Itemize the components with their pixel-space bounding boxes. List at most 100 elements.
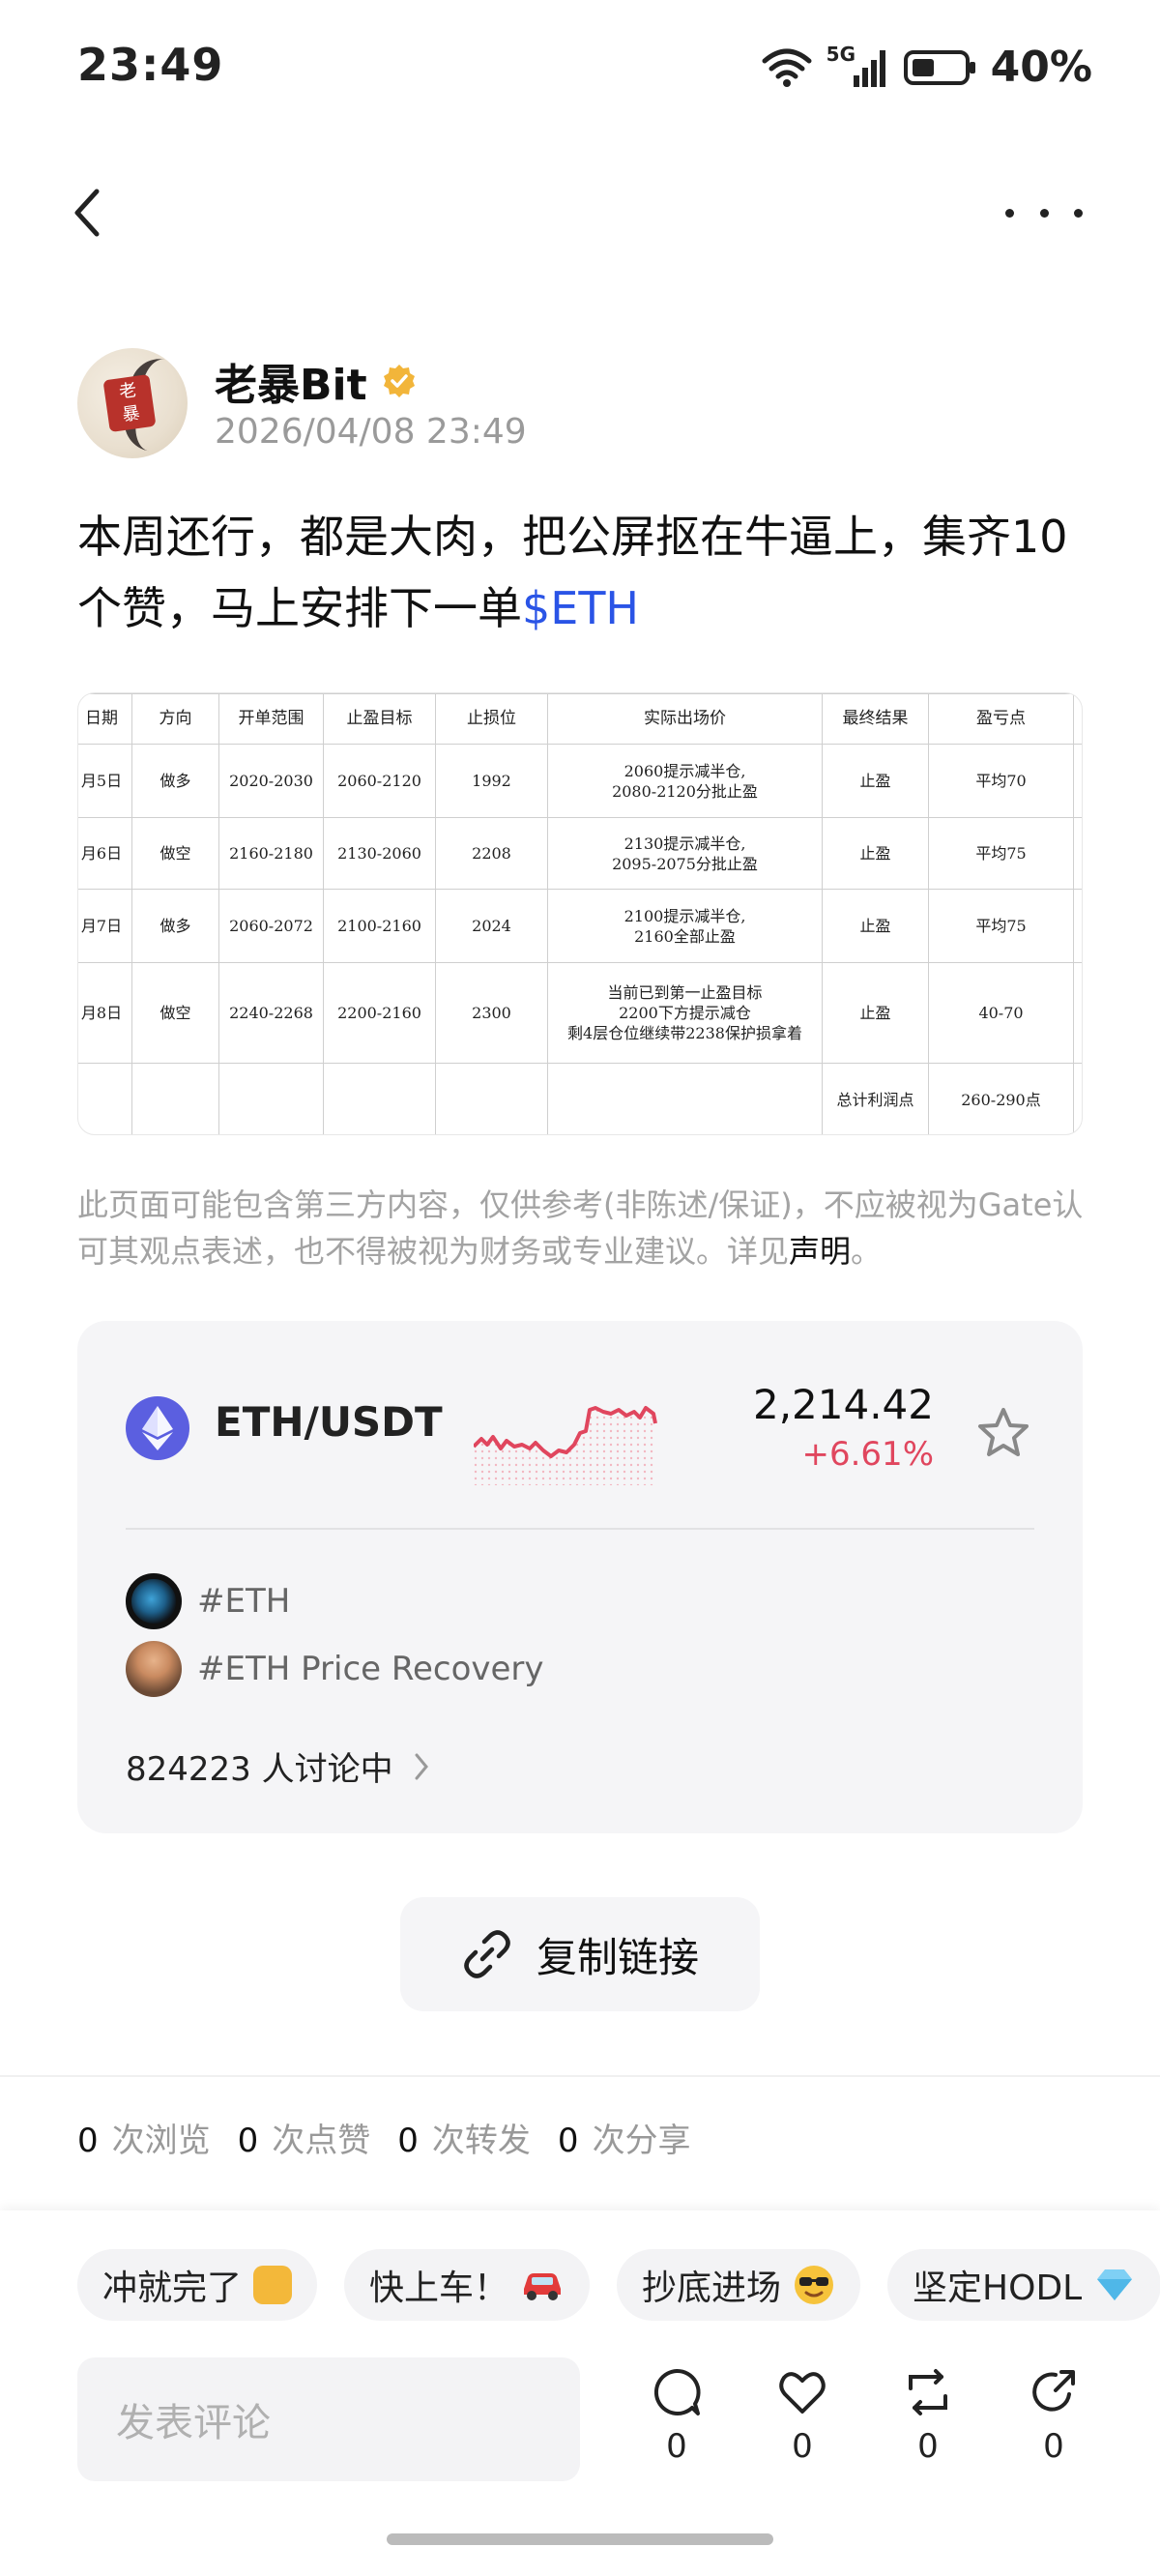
more-dot-icon: [1039, 208, 1049, 218]
home-indicator: [387, 2533, 773, 2545]
diamond-emoji-icon: [1097, 2269, 1133, 2300]
table-header: 最终结果: [822, 693, 929, 745]
back-button[interactable]: [70, 174, 128, 251]
stat-likes: 0 次点赞: [238, 2114, 371, 2161]
table-cell: 平均75: [928, 889, 1074, 963]
comment-count: 0: [666, 2427, 687, 2466]
table-cell: 平均75: [928, 817, 1074, 890]
table-header: 日期: [78, 693, 132, 745]
table-cell-empty: [1073, 744, 1082, 818]
table-cell: 2020-2030: [218, 744, 324, 818]
avatar[interactable]: 老暴: [77, 348, 188, 458]
earth-icon: [126, 1573, 182, 1629]
table-cell: 2100提示减半仓, 2160全部止盈: [547, 889, 823, 963]
table-header-row: 日期 方向 开单范围 止盈目标 止损位 实际出场价 最终结果 盈亏点: [78, 693, 1082, 745]
table-cell: 2300: [435, 962, 548, 1064]
table-cell: 2240-2268: [218, 962, 324, 1064]
table-cell: 月6日: [78, 817, 132, 890]
table-row: 月5日 做多 2020-2030 2060-2120 1992 2060提示减半…: [78, 744, 1082, 818]
quick-reply-chip[interactable]: 坚定HODL: [887, 2249, 1160, 2321]
repost-icon: [909, 2369, 947, 2415]
quick-replies: 冲就完了 快上车！ 抄底进场 坚定HODL: [77, 2249, 1160, 2321]
like-action[interactable]: 0: [764, 2365, 841, 2466]
car-emoji-icon: [524, 2273, 562, 2300]
topic-tag-eth[interactable]: #ETH: [126, 1572, 290, 1630]
quick-reply-chip[interactable]: 快上车！: [344, 2249, 591, 2321]
table-header: 方向: [131, 693, 219, 745]
table-cell: 月5日: [78, 744, 132, 818]
share-action[interactable]: 0: [1015, 2365, 1092, 2466]
copy-link-button[interactable]: 复制链接: [400, 1897, 760, 2011]
author-name-row[interactable]: 老暴Bit: [215, 350, 418, 412]
stat-label: 次转发: [431, 2122, 531, 2160]
avatar-seal: 老暴: [102, 373, 157, 433]
table-cell: 2024: [435, 889, 548, 963]
quick-reply-chip[interactable]: 抄底进场: [617, 2249, 861, 2321]
comment-icon: [653, 2368, 701, 2415]
status-bar: 23:49 5G 40%: [0, 0, 1160, 145]
table-cell: 2060-2072: [218, 889, 324, 963]
stat-count: 0: [397, 2122, 419, 2160]
eth-logo-icon: [126, 1396, 189, 1460]
table-cell: 40-70: [928, 962, 1074, 1064]
table-cell: 总计利润点: [822, 1063, 929, 1134]
post-image-table[interactable]: 日期 方向 开单范围 止盈目标 止损位 实际出场价 最终结果 盈亏点 月5日 做…: [77, 692, 1083, 1135]
signal-icon: 5G: [826, 43, 890, 89]
stat-label: 次分享: [592, 2122, 691, 2160]
ticker-link[interactable]: $ETH: [522, 582, 639, 634]
table-cell: 止盈: [822, 962, 929, 1064]
repost-action[interactable]: 0: [889, 2365, 967, 2466]
comment-input[interactable]: 发表评论: [77, 2357, 580, 2481]
chip-label: 抄底进场: [642, 2269, 782, 2308]
table-cell: 做空: [131, 817, 219, 890]
author-name[interactable]: 老暴Bit: [215, 350, 367, 412]
disclaimer: 此页面可能包含第三方内容，仅供参考(非陈述/保证)，不应被视为Gate认可其观点…: [77, 1182, 1092, 1274]
like-icon: [779, 2372, 826, 2414]
card-divider: [126, 1528, 1034, 1530]
table-cell: 做多: [131, 744, 219, 818]
table-cell: 2130-2060: [323, 817, 436, 890]
market-card[interactable]: ETH/USDT 2,214.42 +6.61% #ETH #ETH Price…: [77, 1321, 1083, 1833]
table-cell: 月8日: [78, 962, 132, 1064]
table-cell: 2130提示减半仓, 2095-2075分批止盈: [547, 817, 823, 890]
wifi-icon: [762, 48, 812, 87]
chip-label: 冲就完了: [102, 2269, 243, 2308]
battery-icon: [903, 49, 975, 85]
share-icon: [1032, 2370, 1075, 2412]
table-cell-empty: [1073, 817, 1082, 890]
table-cell: 止盈: [822, 744, 929, 818]
quick-reply-chip[interactable]: 冲就完了: [77, 2249, 318, 2321]
stat-label: 次浏览: [111, 2122, 211, 2160]
table-row: 总计利润点 260-290点: [78, 1063, 1082, 1134]
table-header-empty: [1073, 693, 1082, 745]
stat-label: 次点赞: [272, 2122, 371, 2160]
table-header: 盈亏点: [928, 693, 1074, 745]
table-cell: 2060提示减半仓, 2080-2120分批止盈: [547, 744, 823, 818]
market-change: +6.61%: [801, 1435, 935, 1474]
battery-percent: 40%: [990, 43, 1092, 92]
table-cell-empty: [1073, 889, 1082, 963]
post-stats: 0 次浏览 0 次点赞 0 次转发 0 次分享: [77, 2114, 691, 2161]
table-row: 月7日 做多 2060-2072 2100-2160 2024 2100提示减半…: [78, 889, 1082, 963]
link-icon: [464, 1930, 510, 1978]
stat-count: 0: [237, 2122, 259, 2160]
table-cell: 做空: [131, 962, 219, 1064]
person-avatar-icon: [126, 1641, 182, 1697]
more-button[interactable]: [1005, 174, 1083, 251]
table-cell: 月7日: [78, 889, 132, 963]
topic-tag-eth-recovery[interactable]: #ETH Price Recovery: [126, 1640, 544, 1698]
table-cell: [218, 1063, 324, 1134]
disclaimer-link[interactable]: 声明: [789, 1233, 851, 1270]
stat-views: 0 次浏览: [77, 2114, 211, 2161]
like-count: 0: [792, 2427, 813, 2466]
table-cell-empty: [1073, 962, 1082, 1064]
table-cell: 2160-2180: [218, 817, 324, 890]
comment-action[interactable]: 0: [638, 2365, 715, 2466]
table-cell: 做多: [131, 889, 219, 963]
star-icon[interactable]: [974, 1404, 1032, 1462]
table-cell: [435, 1063, 548, 1134]
repost-count: 0: [917, 2427, 939, 2466]
discussion-count[interactable]: 824223 人讨论中: [126, 1742, 430, 1790]
sunglasses-emoji-icon: [795, 2266, 834, 2304]
status-icons: 5G 40%: [761, 43, 1092, 92]
